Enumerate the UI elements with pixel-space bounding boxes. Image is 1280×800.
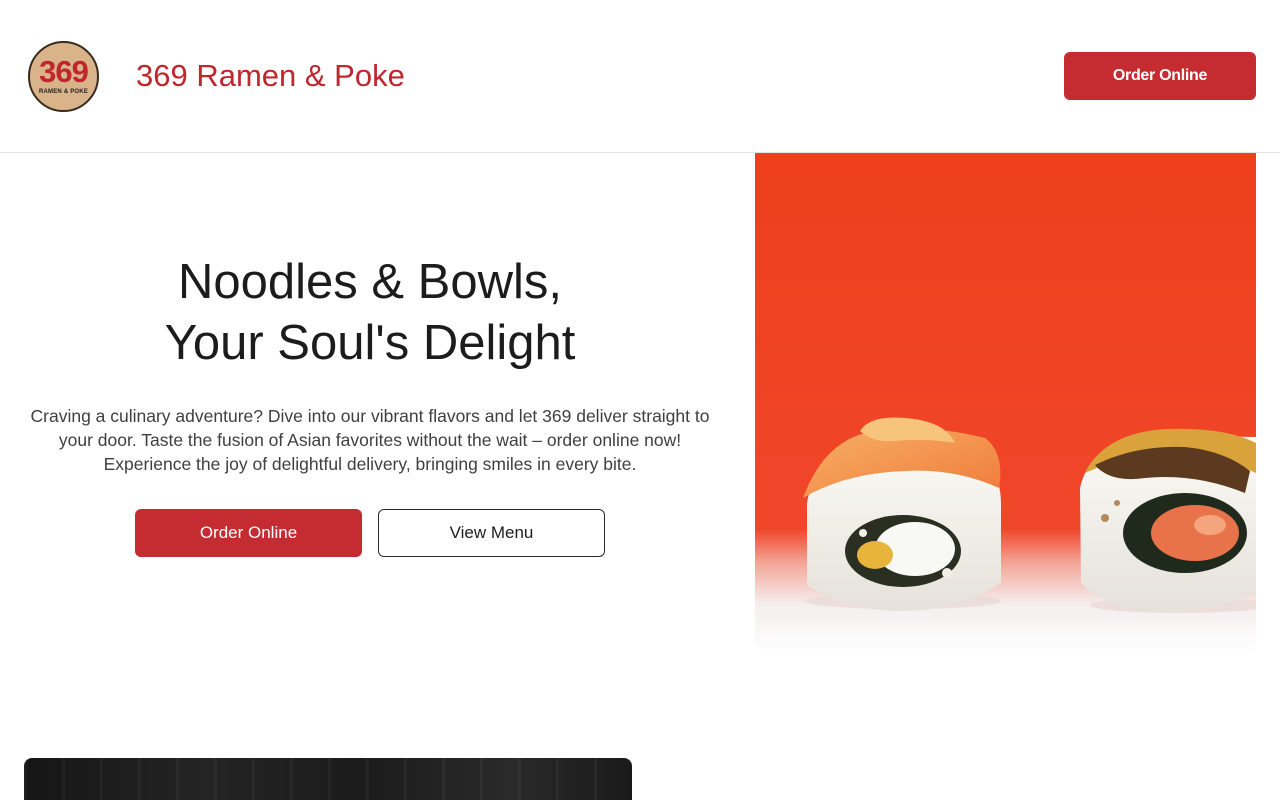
order-online-button[interactable]: Order Online <box>135 509 362 557</box>
secondary-food-image <box>24 758 632 800</box>
logo-number: 369 <box>39 54 89 89</box>
site-header: 369 RAMEN & POKE 369 Ramen & Poke Order … <box>0 0 1280 153</box>
logo[interactable]: 369 RAMEN & POKE <box>28 41 99 112</box>
hero-title-line1: Noodles & Bowls, <box>177 255 562 309</box>
sushi-roll-right <box>1080 428 1256 613</box>
hero-title: Noodles & Bowls, Your Soul's Delight <box>30 252 710 374</box>
header-order-online-button[interactable]: Order Online <box>1064 52 1256 100</box>
hero-title-line2: Your Soul's Delight <box>164 316 576 370</box>
hero-description: Craving a culinary adventure? Dive into … <box>30 406 710 474</box>
logo-subtitle: RAMEN & POKE <box>38 89 89 95</box>
hero-sushi-image <box>755 153 1256 654</box>
view-menu-button[interactable]: View Menu <box>378 509 605 557</box>
brand-name[interactable]: 369 Ramen & Poke <box>136 56 405 96</box>
